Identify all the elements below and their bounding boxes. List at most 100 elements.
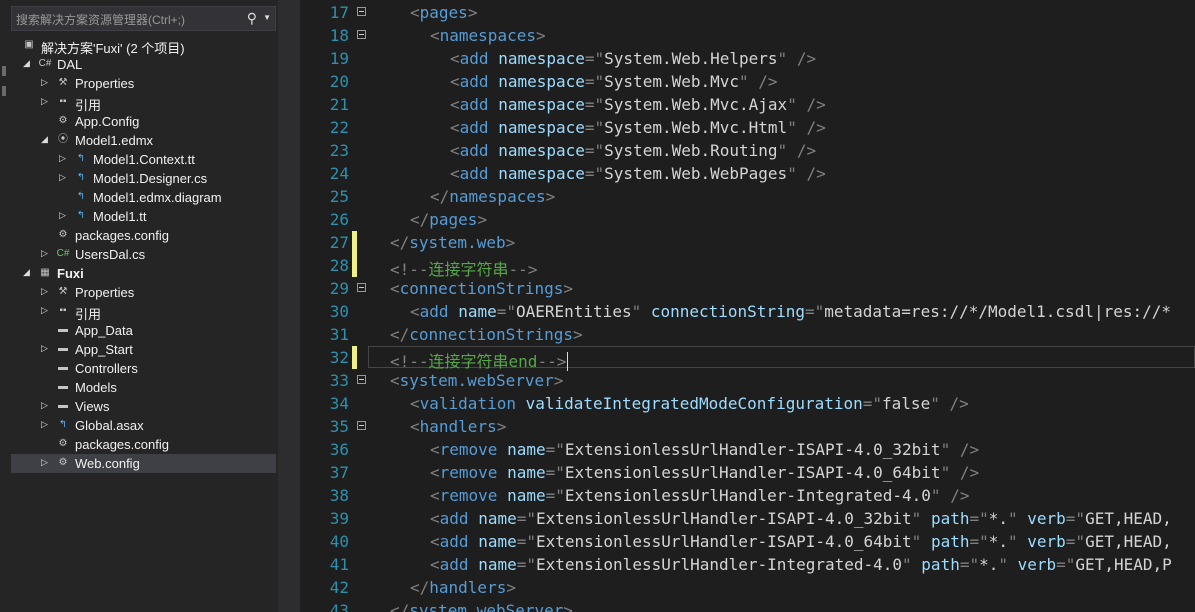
tree-item[interactable]: ⚙ App.Config xyxy=(11,112,276,131)
code-line[interactable]: 23 <add namespace="System.Web.Routing" /> xyxy=(300,139,1195,162)
collapsed-arrow-icon[interactable]: ▷ xyxy=(41,77,51,88)
code-token: =" xyxy=(584,49,605,68)
code-token: < xyxy=(430,440,440,459)
tree-item[interactable]: ▣ 解决方案'Fuxi' (2 个项目) xyxy=(11,36,276,56)
code-line[interactable]: 25 </namespaces> xyxy=(300,185,1195,208)
tree-item[interactable]: ▷ ▬ App_Start xyxy=(11,340,276,359)
search-icon[interactable]: ⚲ xyxy=(247,10,257,27)
code-token: GET,HEAD, xyxy=(1085,509,1172,528)
tree-item[interactable]: ▷ ▬ Views xyxy=(11,397,276,416)
code-line[interactable]: 21 <add namespace="System.Web.Mvc.Ajax" /… xyxy=(300,93,1195,116)
code-line[interactable]: 30 <add name="OAEREntities" connectionStr… xyxy=(300,300,1195,323)
tree-item[interactable]: ⚙ packages.config xyxy=(11,226,276,245)
code-line[interactable]: 22 <add namespace="System.Web.Mvc.Html" /… xyxy=(300,116,1195,139)
code-line[interactable]: 29 <connectionStrings> xyxy=(300,277,1195,300)
code-line[interactable]: 36 <remove name="ExtensionlessUrlHandler-… xyxy=(300,438,1195,461)
tree-item[interactable]: ◢ ⦿ Model1.edmx xyxy=(11,131,276,150)
code-line[interactable]: 33 <system.webServer> xyxy=(300,369,1195,392)
tree-item[interactable]: ▬ Controllers xyxy=(11,359,276,378)
tree-item[interactable]: ▬ Models xyxy=(11,378,276,397)
tree-item[interactable]: ▷ ▪▪ 引用 xyxy=(11,302,276,322)
collapsed-arrow-icon[interactable]: ▷ xyxy=(41,400,51,411)
code-text: <add namespace="System.Web.Routing" /> xyxy=(450,141,816,160)
code-line[interactable]: 26 </pages> xyxy=(300,208,1195,231)
code-line[interactable]: 28 <!--连接字符串--> xyxy=(300,254,1195,279)
collapsed-arrow-icon[interactable]: ▷ xyxy=(41,305,51,316)
tree-item[interactable]: ↰ Model1.edmx.diagram xyxy=(11,188,276,207)
code-line[interactable]: 41 <add name="ExtensionlessUrlHandler-Int… xyxy=(300,553,1195,576)
tree-item[interactable]: ▷ ⚒ Properties xyxy=(11,283,276,302)
solution-search-box[interactable]: 搜索解决方案资源管理器(Ctrl+;) ⚲ ▼ xyxy=(11,6,276,31)
code-line[interactable]: 31 </connectionStrings> xyxy=(300,323,1195,346)
tree-item[interactable]: ◢ C# DAL xyxy=(11,55,276,74)
collapse-region-icon[interactable] xyxy=(357,7,366,16)
line-number: 29 xyxy=(329,279,349,298)
collapse-region-icon[interactable] xyxy=(357,375,366,384)
code-token: System.Web.Routing xyxy=(604,141,778,160)
collapse-region-icon[interactable] xyxy=(357,30,366,39)
line-number: 39 xyxy=(329,509,349,528)
tree-item[interactable]: ▷ ⚙ Web.config xyxy=(11,454,276,473)
tree-item[interactable]: ◢ ▦ Fuxi xyxy=(11,264,276,283)
code-line[interactable]: 37 <remove name="ExtensionlessUrlHandler-… xyxy=(300,461,1195,484)
code-line[interactable]: 17 <pages> xyxy=(300,1,1195,24)
tree-item[interactable]: ▷ ↰ Model1.Context.tt xyxy=(11,150,276,169)
code-text: <connectionStrings> xyxy=(390,279,573,298)
code-token: add xyxy=(439,555,469,574)
code-token: =" xyxy=(969,509,989,528)
tree-item[interactable]: ▷ ⚒ Properties xyxy=(11,74,276,93)
code-line[interactable]: 39 <add name="ExtensionlessUrlHandler-ISA… xyxy=(300,507,1195,530)
expanded-arrow-icon[interactable]: ◢ xyxy=(23,267,33,278)
code-token: =" xyxy=(516,509,536,528)
collapsed-arrow-icon[interactable]: ▷ xyxy=(59,153,69,164)
code-line[interactable]: 38 <remove name="ExtensionlessUrlHandler-… xyxy=(300,484,1195,507)
code-token: < xyxy=(410,394,420,413)
collapsed-arrow-icon[interactable]: ▷ xyxy=(41,457,51,468)
csharp-project-icon: C# xyxy=(38,58,52,69)
tree-item[interactable]: ▷ ↰ Model1.Designer.cs xyxy=(11,169,276,188)
code-line[interactable]: 27 </system.web> xyxy=(300,231,1195,254)
dropdown-arrow-icon[interactable]: ▼ xyxy=(263,13,271,22)
tree-item[interactable]: ▷ C# UsersDal.cs xyxy=(11,245,276,264)
code-line[interactable]: 40 <add name="ExtensionlessUrlHandler-ISA… xyxy=(300,530,1195,553)
line-number: 41 xyxy=(329,555,349,574)
tree-item[interactable]: ⚙ packages.config xyxy=(11,435,276,454)
collapsed-arrow-icon[interactable]: ▷ xyxy=(41,248,51,259)
tree-item[interactable]: ▬ App_Data xyxy=(11,321,276,340)
change-marker xyxy=(352,231,357,254)
tree-item[interactable]: ▷ ▪▪ 引用 xyxy=(11,93,276,113)
code-editor[interactable]: 17 <pages> 18 <namespaces> 19 <add namespace=… xyxy=(300,0,1195,612)
collapsed-arrow-icon[interactable]: ▷ xyxy=(41,286,51,297)
code-line[interactable]: 43 </system.webServer> xyxy=(300,599,1195,612)
expanded-arrow-icon[interactable]: ◢ xyxy=(41,134,51,145)
collapsed-arrow-icon[interactable]: ▷ xyxy=(41,96,51,107)
code-line[interactable]: 32<!--连接字符串end-->​ xyxy=(300,346,1195,371)
code-token: < xyxy=(430,509,440,528)
code-line[interactable]: 18 <namespaces> xyxy=(300,24,1195,47)
collapse-region-icon[interactable] xyxy=(357,421,366,430)
expanded-arrow-icon[interactable]: ◢ xyxy=(23,58,33,69)
file-icon: ↰ xyxy=(76,172,86,183)
code-text: <system.webServer> xyxy=(390,371,563,390)
collapsed-arrow-icon[interactable]: ▷ xyxy=(59,172,69,183)
tree-item[interactable]: ▷ ↰ Model1.tt xyxy=(11,207,276,226)
code-line[interactable]: 34 <validation validateIntegratedModeConf… xyxy=(300,392,1195,415)
code-line[interactable]: 24 <add namespace="System.Web.WebPages" /… xyxy=(300,162,1195,185)
code-line[interactable]: 35 <handlers> xyxy=(300,415,1195,438)
line-number: 36 xyxy=(329,440,349,459)
collapse-region-icon[interactable] xyxy=(357,283,366,292)
search-placeholder: 搜索解决方案资源管理器(Ctrl+;) xyxy=(16,13,185,27)
panel-splitter[interactable] xyxy=(278,0,300,612)
code-line[interactable]: 42 </handlers> xyxy=(300,576,1195,599)
code-line[interactable]: 19 <add namespace="System.Web.Helpers" /> xyxy=(300,47,1195,70)
collapsed-arrow-icon[interactable]: ▷ xyxy=(41,419,51,430)
line-number: 37 xyxy=(329,463,349,482)
code-token: remove xyxy=(439,463,498,482)
collapsed-arrow-icon[interactable]: ▷ xyxy=(59,210,69,221)
collapsed-arrow-icon[interactable]: ▷ xyxy=(41,343,51,354)
code-line[interactable]: 20 <add namespace="System.Web.Mvc" /> xyxy=(300,70,1195,93)
tree-item[interactable]: ▷ ↰ Global.asax xyxy=(11,416,276,435)
